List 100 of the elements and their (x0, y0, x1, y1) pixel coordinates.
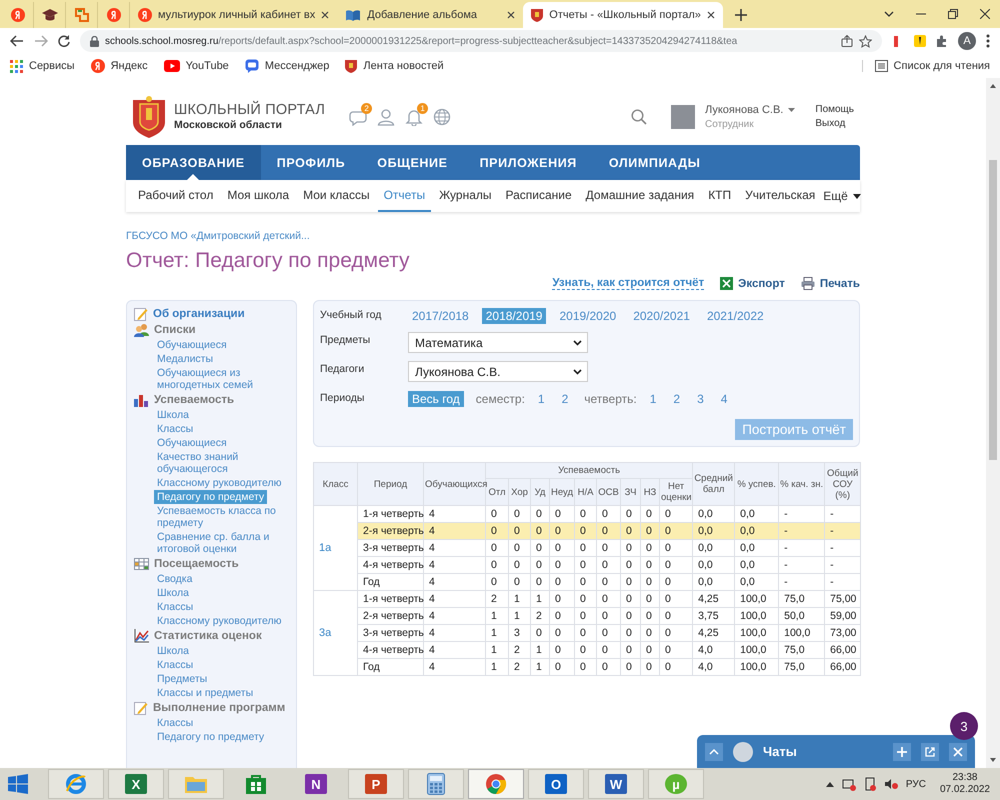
class-link[interactable]: 3а (314, 590, 358, 676)
user-icon[interactable] (377, 108, 396, 126)
taskbar-app-button[interactable]: O (528, 769, 584, 799)
profile-avatar[interactable]: A (958, 32, 976, 50)
dropdown[interactable]: Математика (408, 332, 588, 353)
menu-link[interactable]: Школа (154, 408, 192, 422)
more-icon[interactable] (986, 34, 990, 48)
year-option[interactable]: 2021/2022 (702, 308, 768, 324)
menu-link[interactable]: Школа (154, 586, 192, 600)
browser-tab[interactable]: Добавление альбома (337, 2, 524, 28)
menu-link[interactable]: Качество знаний обучающегося (154, 450, 292, 476)
star-icon[interactable] (859, 34, 872, 48)
section-link[interactable]: Об организации (153, 308, 245, 320)
volume-muted-icon[interactable] (884, 778, 898, 790)
clock-date[interactable]: 07.02.2022 (940, 784, 990, 796)
popout-button[interactable] (921, 742, 939, 760)
menu-link[interactable]: Классы (154, 422, 196, 436)
year-option[interactable]: 2017/2018 (408, 308, 473, 324)
popout-icon[interactable] (925, 746, 935, 756)
close-icon[interactable] (321, 11, 330, 19)
new-tab-icon[interactable] (734, 9, 747, 21)
close-icon[interactable] (507, 11, 516, 19)
scroll-up-arrow-icon[interactable] (989, 82, 997, 90)
menu-link[interactable]: Обучающиеся (154, 436, 230, 450)
globe-icon[interactable] (433, 108, 452, 126)
sub-nav-tab[interactable]: Домашние задания (580, 180, 700, 212)
sub-nav-tab[interactable]: Моя школа (221, 180, 296, 212)
language-indicator[interactable]: РУС (906, 778, 926, 790)
main-nav-tab[interactable]: ПРИЛОЖЕНИЯ (464, 145, 593, 180)
address-bar[interactable]: schools.school.mosreg.ru/reports/default.aspx?school=2000001931225&report=progress-subjectteacher&subject=1433735204294274118&tea (80, 30, 882, 52)
menu-link[interactable]: Классы и предметы (154, 686, 256, 700)
battery-icon[interactable] (864, 777, 876, 791)
scroll-down-arrow-icon[interactable] (989, 756, 997, 764)
taskbar-app-button[interactable]: W (588, 769, 644, 799)
more-menu[interactable]: Ещё (823, 189, 848, 203)
period-option[interactable]: Весь год (408, 390, 464, 406)
puzzle-icon[interactable] (936, 35, 948, 47)
taskbar-app-button[interactable]: N (288, 769, 344, 799)
dropdown[interactable]: Лукоянова С.В. (408, 361, 588, 382)
period-option[interactable]: 1 (534, 390, 549, 406)
user-name[interactable]: Лукоянова С.В. (705, 102, 784, 118)
plus-icon[interactable] (897, 746, 907, 756)
reload-icon[interactable] (58, 35, 70, 47)
period-option[interactable]: 3 (693, 390, 708, 406)
main-nav-tab[interactable]: ПРОФИЛЬ (260, 145, 362, 180)
extension-icon[interactable] (914, 35, 926, 47)
menu-link[interactable]: Классы (154, 600, 196, 614)
restore-icon[interactable] (948, 9, 958, 19)
bookmark-link[interactable]: Сервисы (10, 60, 75, 72)
bookmark-link[interactable]: Мессенджер (244, 59, 330, 73)
sub-nav-tab[interactable]: Мои классы (297, 180, 376, 212)
class-link[interactable]: 1а (314, 506, 358, 590)
scrollbar-thumb[interactable] (989, 160, 997, 460)
export-link[interactable]: Экспорт (720, 277, 785, 290)
share-icon[interactable] (841, 35, 853, 47)
menu-link[interactable]: Медалисты (154, 352, 216, 366)
taskbar-app-button[interactable] (468, 769, 524, 799)
caret-icon[interactable] (852, 194, 861, 198)
sub-nav-tab[interactable]: Отчеты (378, 180, 432, 212)
taskbar-app-button[interactable]: µ (648, 769, 704, 799)
bookmark-link[interactable]: YouTube (164, 60, 229, 72)
period-option[interactable]: 2 (558, 390, 572, 406)
add-button[interactable] (893, 742, 911, 760)
help-link[interactable]: Узнать, как строится отчёт (552, 277, 704, 290)
print-link[interactable]: Печать (800, 277, 860, 290)
expand-button[interactable] (705, 742, 723, 760)
chevron-down-icon[interactable] (884, 11, 894, 17)
header-link[interactable]: Выход (815, 117, 854, 131)
start-icon[interactable] (8, 774, 28, 794)
header-link[interactable]: Помощь (815, 103, 854, 117)
menu-link[interactable]: Обучающиеся (154, 338, 230, 352)
main-nav-tab[interactable]: ОЛИМПИАДЫ (592, 145, 716, 180)
menu-link[interactable]: Школа (154, 644, 192, 658)
chevron-up-icon[interactable] (826, 782, 834, 786)
back-arrow-icon[interactable] (10, 35, 24, 47)
network-icon[interactable] (842, 777, 856, 791)
scrollbar[interactable] (986, 78, 1000, 768)
menu-link[interactable]: Сравнение ср. балла и итоговой оценки (154, 530, 292, 556)
year-option[interactable]: 2018/2019 (482, 308, 546, 324)
build-report-button[interactable]: Построить отчёт (735, 419, 853, 440)
sub-nav-tab[interactable]: Рабочий стол (132, 180, 220, 212)
menu-link[interactable]: Успеваемость класса по предмету (154, 504, 292, 530)
search-icon[interactable] (631, 109, 648, 125)
bookmark-link[interactable]: Лента новостей (345, 59, 444, 73)
sub-nav-tab[interactable]: Журналы (433, 180, 498, 212)
taskbar-app-button[interactable]: X (108, 769, 164, 799)
menu-link[interactable]: Педагогу по предмету (154, 730, 268, 744)
close-button[interactable] (949, 742, 967, 760)
taskbar-app-button[interactable] (48, 769, 104, 799)
sub-nav-tab[interactable]: Расписание (500, 180, 578, 212)
sub-nav-tab[interactable]: КТП (702, 180, 738, 212)
browser-tab[interactable]: мультиурок личный кабинет вх (130, 2, 338, 28)
menu-link[interactable]: Классы (154, 716, 196, 730)
taskbar-app-button[interactable]: P (348, 769, 404, 799)
period-option[interactable]: 2 (669, 390, 684, 406)
menu-link[interactable]: Классному руководителю (154, 614, 284, 628)
menu-link[interactable]: Сводка (154, 572, 196, 586)
forward-arrow-icon[interactable] (34, 35, 48, 47)
breadcrumb-link[interactable]: ГБСУСО МО «Дмитровский детский... (126, 230, 310, 242)
close-icon[interactable] (706, 11, 715, 19)
